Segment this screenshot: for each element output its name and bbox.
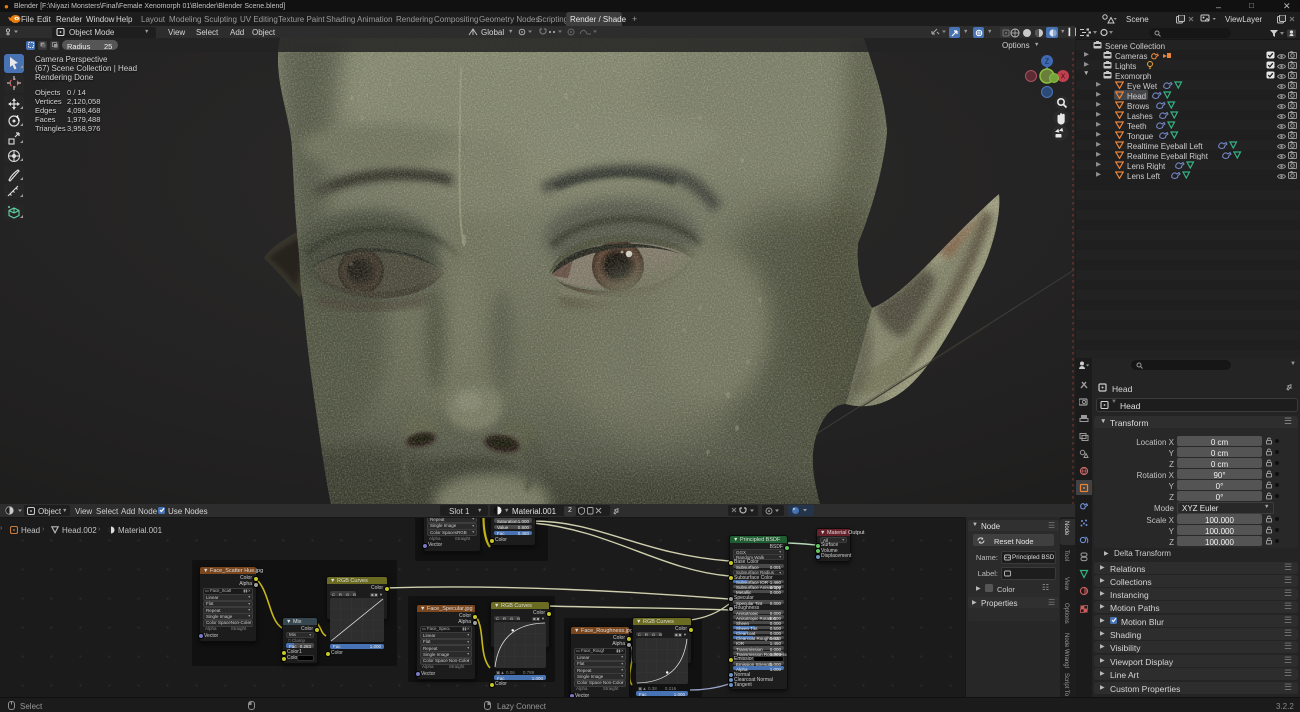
svg-text:Z: Z — [1045, 59, 1050, 66]
svg-text:X: X — [1061, 74, 1066, 81]
